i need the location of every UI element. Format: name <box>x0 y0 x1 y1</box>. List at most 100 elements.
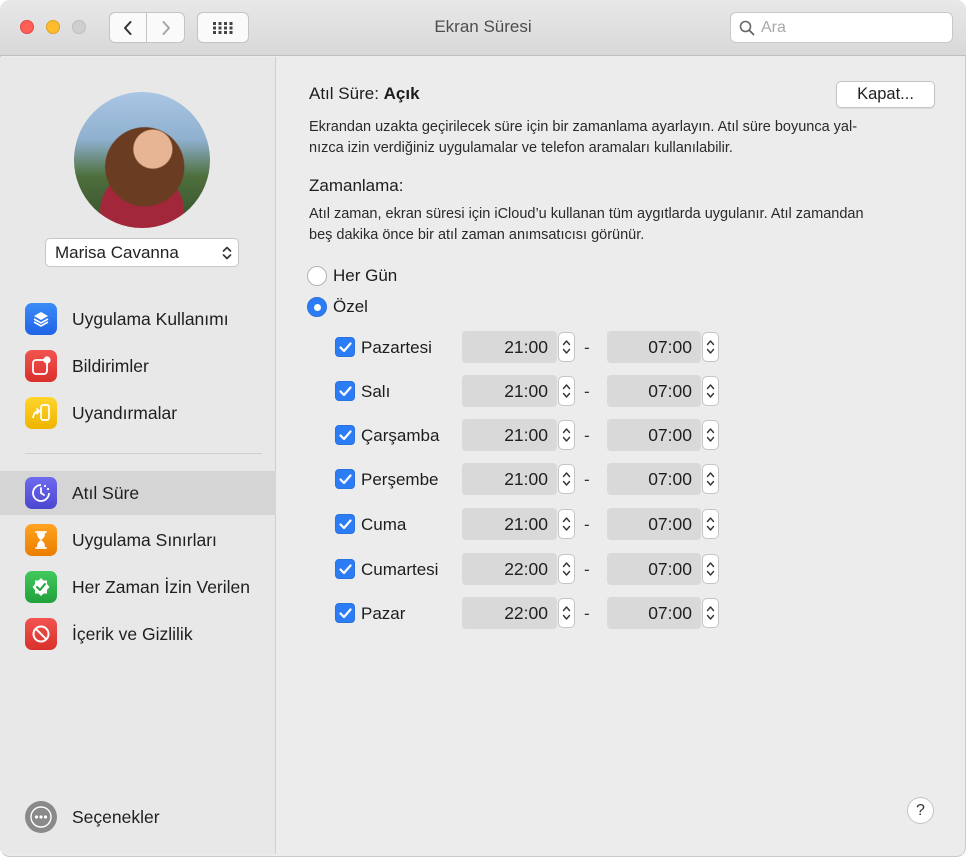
tuesday-checkbox[interactable] <box>335 381 355 401</box>
stepper-arrows-icon <box>562 606 571 620</box>
sunday-checkbox[interactable] <box>335 603 355 623</box>
help-button[interactable]: ? <box>907 797 934 824</box>
friday-checkbox[interactable] <box>335 514 355 534</box>
time-range-separator: - <box>584 515 590 534</box>
sidebar-item-app-usage[interactable]: Uygulama Kullanımı <box>0 297 276 341</box>
sidebar-item-always-allowed[interactable]: Her Zaman İzin Verilen <box>0 565 276 609</box>
end-time-stepper[interactable] <box>702 509 719 539</box>
options-button[interactable]: Seçenekler <box>0 795 276 839</box>
user-name: Marisa Cavanna <box>55 243 179 262</box>
end-time-stepper[interactable] <box>702 420 719 450</box>
start-time-stepper[interactable] <box>558 420 575 450</box>
schedule-description: Atıl zaman, ekran süresi için iCloud’u k… <box>309 204 939 246</box>
end-time-stepper[interactable] <box>702 464 719 494</box>
time-range-separator: - <box>584 382 590 401</box>
up-down-arrows-icon <box>222 246 232 260</box>
start-time-stepper[interactable] <box>558 376 575 406</box>
end-time-stepper[interactable] <box>702 554 719 584</box>
start-time-stepper[interactable] <box>558 509 575 539</box>
start-time-field[interactable]: 21:00 <box>462 375 557 407</box>
end-time-stepper[interactable] <box>702 332 719 362</box>
sidebar-item-notifications[interactable]: Bildirimler <box>0 344 276 388</box>
schedule-title: Zamanlama: <box>309 176 404 195</box>
end-time-field[interactable]: 07:00 <box>607 597 701 629</box>
time-range-separator: - <box>584 604 590 623</box>
sidebar-item-content-privacy[interactable]: İçerik ve Gizlilik <box>0 612 276 656</box>
every-day-option[interactable]: Her Gün <box>307 266 397 286</box>
downtime-status: Atıl Süre: Açık <box>309 84 420 104</box>
stepper-arrows-icon <box>562 562 571 576</box>
start-time-field[interactable]: 22:00 <box>462 553 557 585</box>
every-day-radio[interactable] <box>307 266 327 286</box>
start-time-field[interactable]: 21:00 <box>462 331 557 363</box>
layers-icon <box>25 303 57 335</box>
stepper-arrows-icon <box>562 517 571 531</box>
turn-off-button[interactable]: Kapat... <box>836 81 935 108</box>
checkmark-icon <box>338 607 352 618</box>
sidebar-item-downtime[interactable]: Atıl Süre <box>0 471 276 515</box>
time-range-separator: - <box>584 338 590 357</box>
start-time-stepper[interactable] <box>558 598 575 628</box>
start-time-field[interactable]: 22:00 <box>462 597 557 629</box>
end-time-field[interactable]: 07:00 <box>607 508 701 540</box>
screen-time-window: Ekran Süresi Marisa Cavanna Uygulama Kul… <box>0 0 966 857</box>
sidebar-divider <box>25 453 262 454</box>
downtime-label: Atıl Süre: <box>309 84 379 103</box>
search-input[interactable] <box>761 18 941 37</box>
downtime-icon <box>25 477 57 509</box>
checkmark-icon <box>338 429 352 440</box>
start-time-field[interactable]: 21:00 <box>462 419 557 451</box>
custom-radio[interactable] <box>307 297 327 317</box>
day-row-tuesday: Salı 21:00 - 07:00 <box>335 375 735 407</box>
stepper-arrows-icon <box>562 472 571 486</box>
day-row-wednesday: Çarşamba 21:00 - 07:00 <box>335 419 735 451</box>
user-popup-button[interactable]: Marisa Cavanna <box>45 238 239 267</box>
start-time-field[interactable]: 21:00 <box>462 463 557 495</box>
downtime-pane: Atıl Süre: Açık Kapat... Ekrandan uzakta… <box>277 57 963 854</box>
stepper-arrows-icon <box>706 428 715 442</box>
sidebar-item-label: Uygulama Sınırları <box>72 529 217 550</box>
sidebar-item-app-limits[interactable]: Uygulama Sınırları <box>0 518 276 562</box>
sidebar-item-label: İçerik ve Gizlilik <box>72 623 193 644</box>
end-time-field[interactable]: 07:00 <box>607 419 701 451</box>
sidebar-item-label: Bildirimler <box>72 355 149 376</box>
downtime-description: Ekrandan uzakta geçirilecek süre için bi… <box>309 117 939 159</box>
day-label: Pazar <box>361 604 406 623</box>
day-label: Pazartesi <box>361 338 432 357</box>
checkmark-icon <box>338 341 352 352</box>
checkmark-icon <box>338 563 352 574</box>
time-range-separator: - <box>584 560 590 579</box>
hourglass-icon <box>25 524 57 556</box>
start-time-stepper[interactable] <box>558 554 575 584</box>
every-day-label: Her Gün <box>333 266 398 285</box>
stepper-arrows-icon <box>706 606 715 620</box>
start-time-field[interactable]: 21:00 <box>462 508 557 540</box>
thursday-checkbox[interactable] <box>335 469 355 489</box>
stepper-arrows-icon <box>706 517 715 531</box>
start-time-stepper[interactable] <box>558 464 575 494</box>
end-time-stepper[interactable] <box>702 376 719 406</box>
sidebar-item-label: Atıl Süre <box>72 482 140 503</box>
monday-checkbox[interactable] <box>335 337 355 357</box>
search-field[interactable] <box>730 12 953 43</box>
custom-option[interactable]: Özel <box>307 297 368 317</box>
checkmark-icon <box>338 518 352 529</box>
saturday-checkbox[interactable] <box>335 559 355 579</box>
end-time-field[interactable]: 07:00 <box>607 463 701 495</box>
day-row-friday: Cuma 21:00 - 07:00 <box>335 508 735 540</box>
end-time-stepper[interactable] <box>702 598 719 628</box>
ellipsis-circle-icon <box>25 801 57 833</box>
start-time-stepper[interactable] <box>558 332 575 362</box>
end-time-field[interactable]: 07:00 <box>607 331 701 363</box>
wednesday-checkbox[interactable] <box>335 425 355 445</box>
stepper-arrows-icon <box>706 562 715 576</box>
end-time-field[interactable]: 07:00 <box>607 375 701 407</box>
sidebar-item-pickups[interactable]: Uyandırmalar <box>0 391 276 435</box>
checkmark-icon <box>338 385 352 396</box>
schedule-description-line: Atıl zaman, ekran süresi için iCloud’u k… <box>309 206 864 222</box>
end-time-field[interactable]: 07:00 <box>607 553 701 585</box>
pickup-phone-icon <box>25 397 57 429</box>
time-range-separator: - <box>584 426 590 445</box>
stepper-arrows-icon <box>706 340 715 354</box>
day-row-monday: Pazartesi 21:00 - 07:00 <box>335 331 735 363</box>
